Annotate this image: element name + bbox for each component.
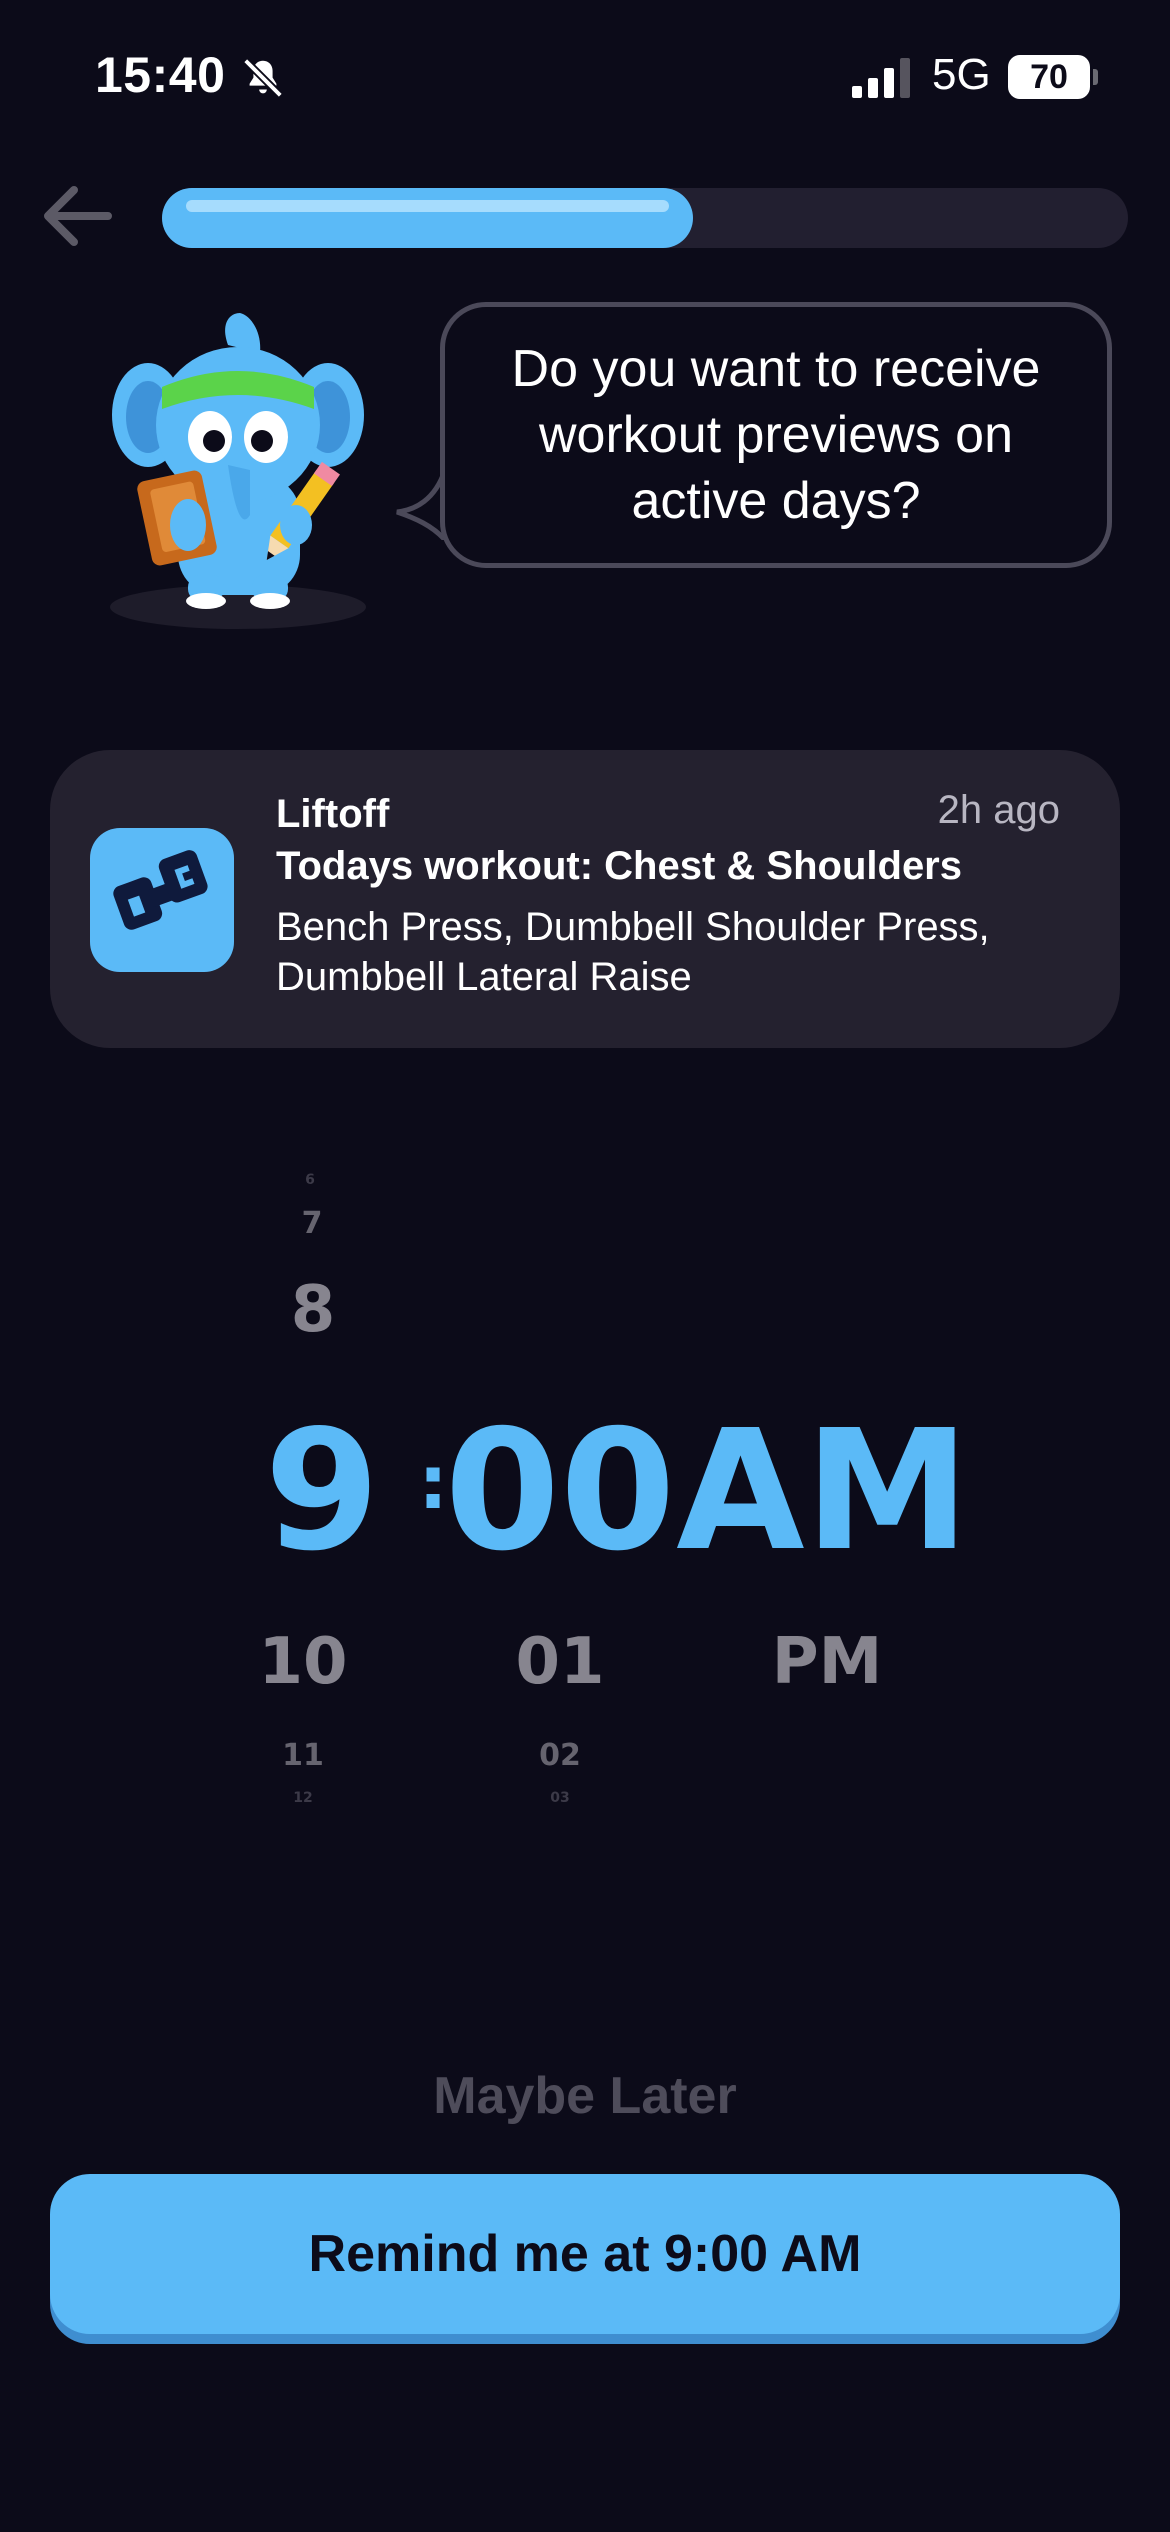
hour-option[interactable]: 11 — [282, 1738, 324, 1773]
prompt-bubble: Do you want to receive workout previews … — [440, 302, 1112, 568]
minute-option[interactable]: 03 — [550, 1790, 569, 1806]
selected-minute[interactable]: 00 — [444, 1395, 675, 1588]
battery-nub — [1093, 69, 1098, 85]
notification-time: 2h ago — [937, 788, 1060, 832]
hour-option[interactable]: 6 — [305, 1172, 315, 1188]
status-time: 15:40 — [95, 47, 226, 103]
remind-button[interactable]: Remind me at 9:00 AM — [50, 2174, 1120, 2334]
arrow-left-icon[interactable] — [38, 176, 118, 256]
liftoff-app-icon — [90, 828, 234, 972]
onboarding-progress-bar — [162, 188, 1128, 248]
minute-option[interactable]: 01 — [515, 1625, 604, 1699]
hour-option[interactable]: 10 — [258, 1625, 347, 1699]
notification-title: Todays workout: Chest & Shoulders — [276, 844, 962, 888]
selected-hour[interactable]: 9 — [264, 1395, 380, 1588]
notification-app-name: Liftoff — [276, 792, 390, 836]
period-option[interactable]: PM — [772, 1625, 883, 1699]
progress-fill — [162, 188, 693, 248]
time-separator: : — [418, 1440, 448, 1526]
notification-body: Bench Press, Dumbbell Shoulder Press, Du… — [276, 905, 990, 999]
signal-icon — [852, 58, 910, 98]
notification-preview-card: Liftoff 2h ago Todays workout: Chest & S… — [50, 750, 1120, 1048]
progress-shine — [186, 200, 669, 212]
battery-indicator: 70 — [1008, 55, 1090, 99]
elephant-mascot — [110, 313, 366, 629]
hour-option[interactable]: 12 — [293, 1790, 312, 1806]
hour-option[interactable]: 7 — [302, 1206, 323, 1241]
maybe-later-button[interactable]: Maybe Later — [0, 2066, 1170, 2126]
bell-slash-icon — [243, 58, 283, 98]
prompt-question: Do you want to receive workout previews … — [511, 340, 1041, 530]
hour-option[interactable]: 8 — [291, 1273, 336, 1347]
selected-period[interactable]: AM — [676, 1395, 970, 1588]
screen: 15:40 5G 70 Do you want to receive worko… — [0, 0, 1170, 2532]
minute-option[interactable]: 02 — [539, 1738, 581, 1773]
network-label: 5G — [932, 50, 991, 99]
